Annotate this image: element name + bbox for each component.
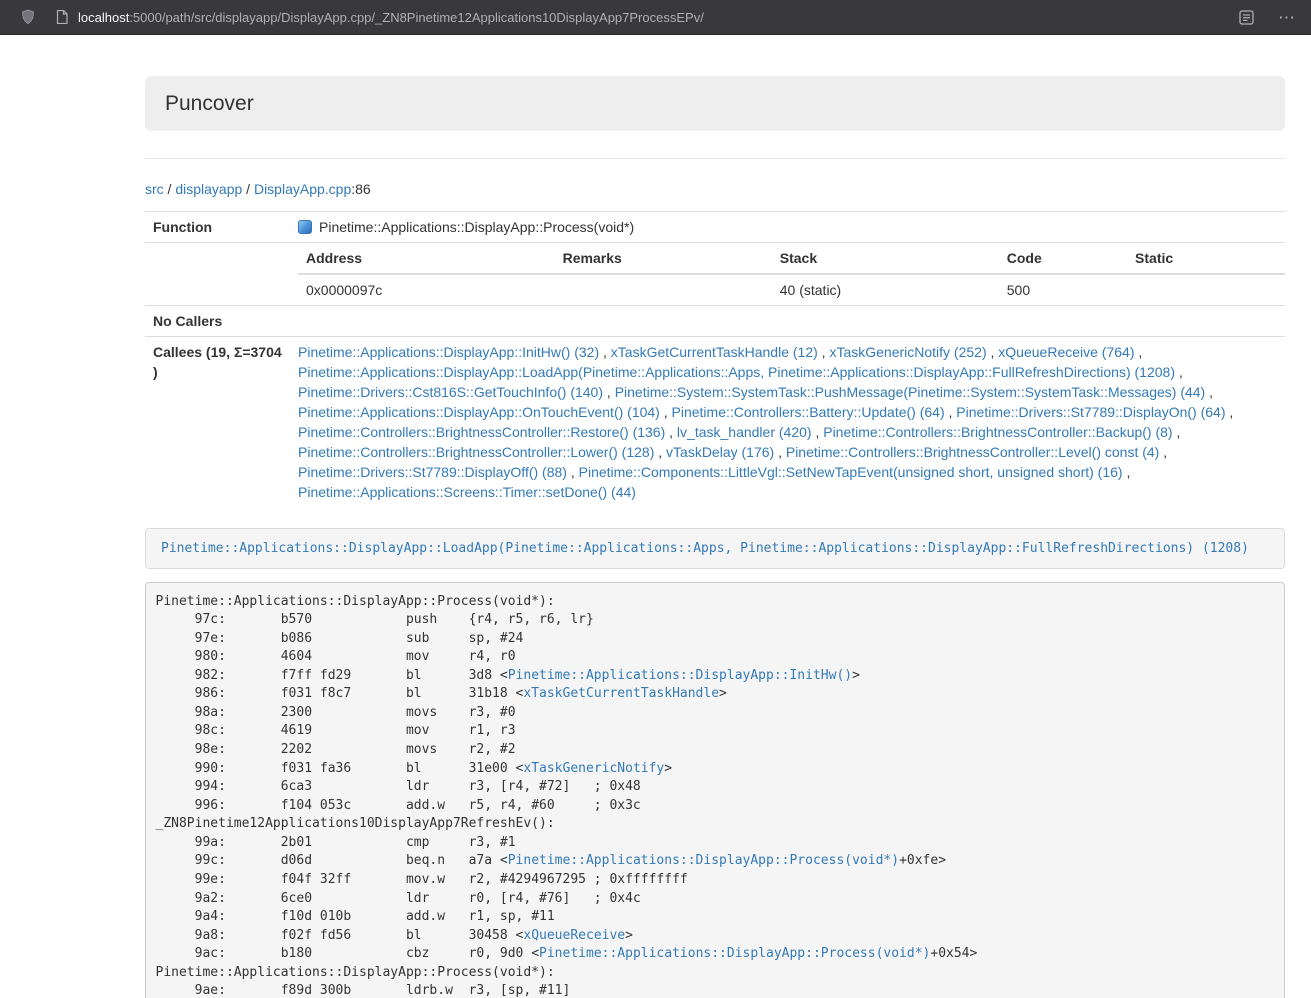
callee-link[interactable]: xQueueReceive (764) xyxy=(998,344,1134,360)
callee-link[interactable]: Pinetime::Drivers::St7789::DisplayOn() (… xyxy=(956,404,1225,420)
function-name: Pinetime::Applications::DisplayApp::Proc… xyxy=(319,219,634,235)
page-container: Puncover src / displayapp / DisplayApp.c… xyxy=(145,76,1285,998)
metrics-row-container: AddressRemarksStackCodeStatic 0x0000097c… xyxy=(145,243,1285,306)
callees-label: Callees (19, Σ=3704 ) xyxy=(145,337,290,508)
callee-link[interactable]: Pinetime::Applications::DisplayApp::Load… xyxy=(298,364,1175,380)
no-callers-cell xyxy=(290,306,1285,337)
callee-link[interactable]: Pinetime::Components::LittleVgl::SetNewT… xyxy=(579,464,1123,480)
code-symbol-link[interactable]: Pinetime::Applications::DisplayApp::Proc… xyxy=(508,853,899,868)
metrics-cell-container: AddressRemarksStackCodeStatic 0x0000097c… xyxy=(290,243,1285,306)
symbol-heading-panel: Pinetime::Applications::DisplayApp::Load… xyxy=(145,528,1285,569)
url-host: localhost xyxy=(78,10,129,25)
code-symbol-link[interactable]: xQueueReceive xyxy=(523,928,625,943)
app-header: Puncover xyxy=(145,76,1285,131)
no-callers-label: No Callers xyxy=(145,306,290,337)
callee-link[interactable]: Pinetime::System::SystemTask::PushMessag… xyxy=(615,384,1206,400)
breadcrumb-separator: / xyxy=(164,181,176,197)
callee-link[interactable]: Pinetime::Controllers::BrightnessControl… xyxy=(298,424,665,440)
symbol-detail-table: Function Pinetime::Applications::Display… xyxy=(145,211,1285,507)
metrics-header-code: Code xyxy=(999,243,1127,274)
url-bar[interactable]: localhost:5000/path/src/displayapp/Displ… xyxy=(78,10,1239,25)
metrics-value xyxy=(555,274,772,305)
metrics-table: AddressRemarksStackCodeStatic 0x0000097c… xyxy=(298,243,1285,305)
divider xyxy=(145,158,1285,159)
metrics-value: 40 (static) xyxy=(772,274,999,305)
metrics-value: 500 xyxy=(999,274,1127,305)
reader-view-icon[interactable] xyxy=(1239,10,1254,25)
overflow-menu-icon[interactable]: ⋯ xyxy=(1278,9,1295,26)
breadcrumb-line-number: :86 xyxy=(351,181,370,197)
breadcrumb-link[interactable]: src xyxy=(145,181,164,197)
function-row-label: Function xyxy=(145,212,290,243)
callee-link[interactable]: Pinetime::Drivers::St7789::DisplayOff() … xyxy=(298,464,567,480)
metrics-data-row: 0x0000097c 40 (static)500 xyxy=(298,274,1285,305)
callee-link[interactable]: Pinetime::Applications::DisplayApp::Init… xyxy=(298,344,599,360)
callee-link[interactable]: Pinetime::Controllers::Battery::Update()… xyxy=(672,404,945,420)
code-symbol-link[interactable]: Pinetime::Applications::DisplayApp::Proc… xyxy=(539,946,930,961)
metrics-header-stack: Stack xyxy=(772,243,999,274)
breadcrumb: src / displayapp / DisplayApp.cpp:86 xyxy=(145,180,1285,198)
callee-link[interactable]: lv_task_handler (420) xyxy=(677,424,812,440)
code-symbol-link[interactable]: xTaskGetCurrentTaskHandle xyxy=(523,686,719,701)
callee-link[interactable]: Pinetime::Drivers::Cst816S::GetTouchInfo… xyxy=(298,384,603,400)
callee-link[interactable]: Pinetime::Controllers::BrightnessControl… xyxy=(823,424,1172,440)
code-symbol-link[interactable]: xTaskGenericNotify xyxy=(523,761,664,776)
metrics-value xyxy=(1127,274,1285,305)
metrics-header-remarks: Remarks xyxy=(555,243,772,274)
site-identity-page-icon[interactable] xyxy=(56,10,68,24)
metrics-header-static: Static xyxy=(1127,243,1285,274)
metrics-header-row: AddressRemarksStackCodeStatic xyxy=(298,243,1285,274)
metrics-header-address: Address xyxy=(298,243,555,274)
function-row: Function Pinetime::Applications::Display… xyxy=(145,212,1285,243)
callee-link[interactable]: xTaskGenericNotify (252) xyxy=(829,344,986,360)
code-symbol-link[interactable]: Pinetime::Applications::DisplayApp::Init… xyxy=(508,668,852,683)
callee-link[interactable]: xTaskGetCurrentTaskHandle (12) xyxy=(611,344,818,360)
symbol-heading-link[interactable]: Pinetime::Applications::DisplayApp::Load… xyxy=(161,541,1249,556)
callees-row: Callees (19, Σ=3704 ) Pinetime::Applicat… xyxy=(145,337,1285,508)
breadcrumb-link[interactable]: DisplayApp.cpp xyxy=(254,181,351,197)
metrics-row-spacer xyxy=(145,243,290,306)
disassembly: Pinetime::Applications::DisplayApp::Proc… xyxy=(145,582,1285,998)
metrics-body: 0x0000097c 40 (static)500 xyxy=(298,274,1285,305)
no-callers-row: No Callers xyxy=(145,306,1285,337)
metrics-value: 0x0000097c xyxy=(298,274,555,305)
url-path: :5000/path/src/displayapp/DisplayApp.cpp… xyxy=(129,10,704,25)
function-icon xyxy=(298,220,312,234)
callee-link[interactable]: Pinetime::Controllers::BrightnessControl… xyxy=(298,444,654,460)
breadcrumb-link[interactable]: displayapp xyxy=(175,181,242,197)
browser-toolbar: localhost:5000/path/src/displayapp/Displ… xyxy=(0,0,1311,35)
callees-cell: Pinetime::Applications::DisplayApp::Init… xyxy=(290,337,1285,508)
function-cell: Pinetime::Applications::DisplayApp::Proc… xyxy=(290,212,1285,243)
callee-link[interactable]: Pinetime::Controllers::BrightnessControl… xyxy=(786,444,1159,460)
callee-link[interactable]: vTaskDelay (176) xyxy=(666,444,774,460)
app-title: Puncover xyxy=(165,91,1265,116)
tracking-protection-shield-icon[interactable] xyxy=(20,9,36,25)
callee-link[interactable]: Pinetime::Applications::DisplayApp::OnTo… xyxy=(298,404,660,420)
callee-link[interactable]: Pinetime::Applications::Screens::Timer::… xyxy=(298,484,636,500)
breadcrumb-separator: / xyxy=(242,181,254,197)
